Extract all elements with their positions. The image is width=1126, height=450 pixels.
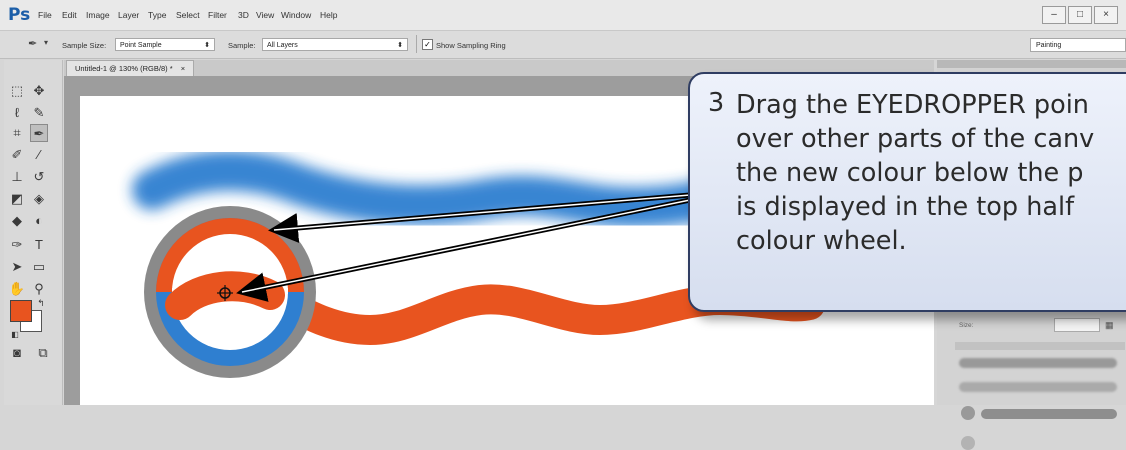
step-number: 3 [708, 88, 725, 118]
brush-tip-preview [961, 406, 975, 420]
instruction-callout: 3 Drag the EYEDROPPER poin over other pa… [688, 72, 1126, 312]
instruction-text: Drag the EYEDROPPER poin over other part… [736, 90, 1095, 256]
brush-tip-preview [961, 436, 975, 450]
brush-stroke-preview [981, 409, 1117, 419]
